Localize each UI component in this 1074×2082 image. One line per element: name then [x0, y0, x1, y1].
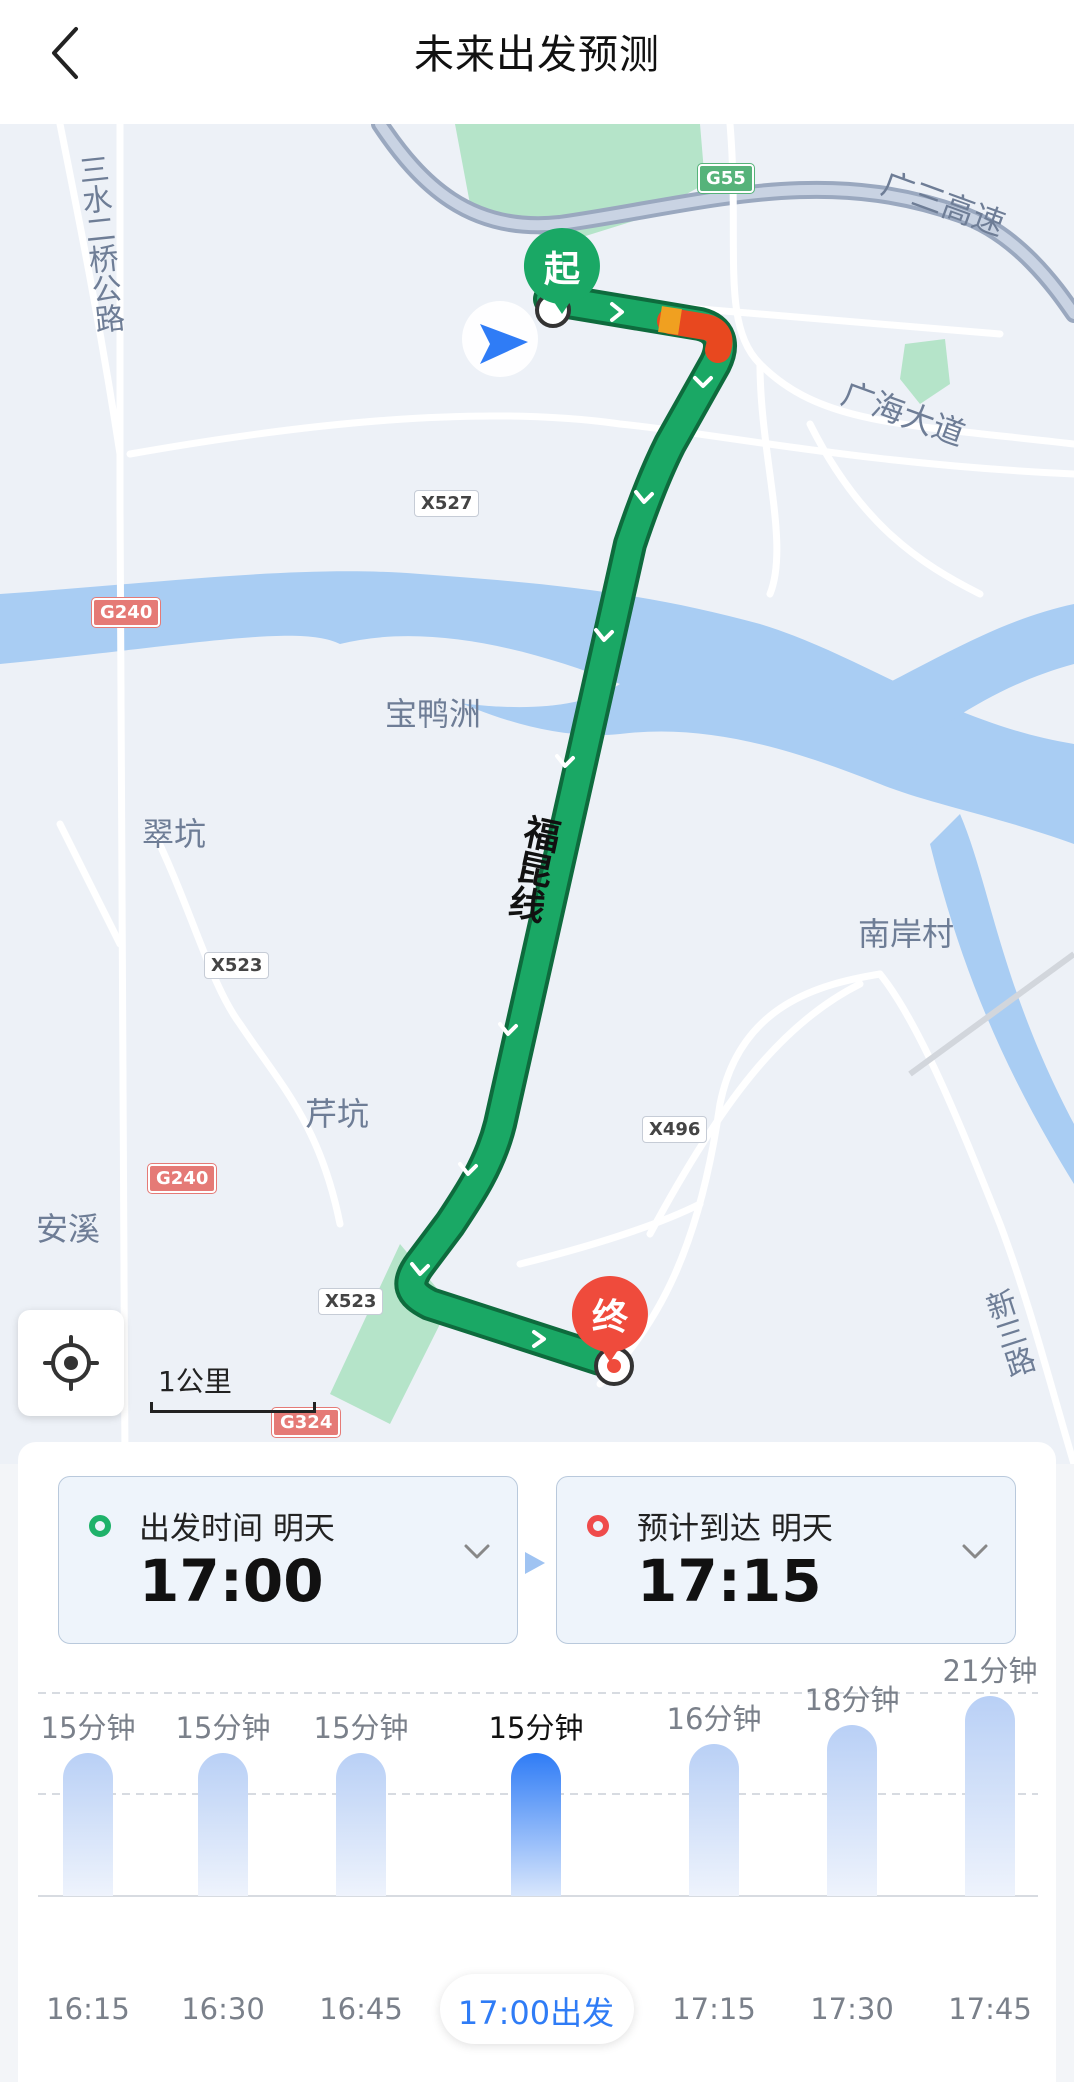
arrival-label: 预计到达 明天 — [637, 1511, 833, 1547]
road-badge-x523-b: X523 — [318, 1288, 384, 1315]
duration-bar[interactable] — [689, 1744, 739, 1896]
time-slot-4[interactable]: 17:15 — [644, 1992, 784, 2026]
duration-label: 15分钟 — [40, 1711, 136, 1745]
duration-label: 15分钟 — [175, 1711, 271, 1745]
end-marker[interactable]: 终 — [568, 1272, 652, 1364]
road-badge-x523-a: X523 — [204, 952, 270, 979]
duration-bar[interactable] — [63, 1753, 113, 1896]
map-label-anxi: 安溪 — [36, 1210, 101, 1248]
time-slot-5[interactable]: 17:30 — [782, 1992, 922, 2026]
crosshair-icon — [43, 1335, 99, 1391]
map-label-qiankeng: 芹坑 — [305, 1095, 370, 1133]
arrival-time: 17:15 — [637, 1547, 822, 1615]
end-marker-label: 终 — [591, 1297, 628, 1338]
page-title: 未来出发预测 — [414, 32, 660, 78]
start-marker[interactable]: 起 — [520, 224, 604, 316]
duration-label: 15分钟 — [313, 1711, 409, 1745]
duration-label: 16分钟 — [666, 1702, 762, 1736]
map-scale: 1公里 — [150, 1360, 316, 1413]
departure-label: 出发时间 明天 — [139, 1511, 335, 1547]
top-bar: 未来出发预测 — [0, 0, 1074, 124]
time-slot-2[interactable]: 16:45 — [291, 1992, 431, 2026]
arrow-right-icon — [525, 1552, 545, 1574]
map-label-baoya: 宝鸭洲 — [385, 695, 482, 733]
duration-bar[interactable] — [336, 1753, 386, 1896]
chevron-down-icon — [962, 1544, 988, 1559]
time-slot-6[interactable]: 17:45 — [920, 1992, 1060, 2026]
time-slot-1[interactable]: 16:30 — [153, 1992, 293, 2026]
locate-button[interactable] — [18, 1310, 124, 1416]
time-slot-0[interactable]: 16:15 — [18, 1992, 158, 2026]
duration-bar[interactable] — [965, 1696, 1015, 1896]
departure-time-picker[interactable]: 出发时间 明天 17:00 — [58, 1476, 518, 1644]
road-badge-g55: G55 — [698, 164, 754, 193]
scale-label: 1公里 — [158, 1365, 232, 1398]
map-label-cuikeng: 翠坑 — [142, 815, 207, 853]
arrival-time-picker[interactable]: 预计到达 明天 17:15 — [556, 1476, 1016, 1644]
route-map[interactable]: 起 终 三水二桥公路 广三高速 广海大道 宝鸭洲 翠坑 南岸村 芹坑 安溪 新三… — [0, 124, 1074, 1464]
scale-bar — [150, 1402, 316, 1413]
duration-bar[interactable] — [827, 1725, 877, 1896]
duration-label: 21分钟 — [942, 1654, 1038, 1688]
chevron-down-icon — [464, 1544, 490, 1559]
road-badge-g240-top: G240 — [92, 598, 161, 627]
road-badge-g240-bottom: G240 — [148, 1164, 217, 1193]
duration-label: 15分钟 — [488, 1711, 584, 1745]
duration-bar[interactable] — [198, 1753, 248, 1896]
duration-label: 18分钟 — [804, 1683, 900, 1717]
start-marker-label: 起 — [543, 249, 580, 290]
departure-dot-icon — [89, 1515, 111, 1537]
duration-bar[interactable] — [511, 1753, 561, 1896]
road-badge-x496: X496 — [642, 1116, 708, 1143]
arrival-dot-icon — [587, 1515, 609, 1537]
time-slot-3[interactable]: 17:00出发 — [436, 1988, 636, 2034]
duration-forecast-chart: 15分钟 16:15 15分钟 16:30 15分钟 16:45 15分钟 17:00出发 16… — [18, 1654, 1056, 2052]
map-label-nanan: 南岸村 — [858, 915, 955, 953]
map-canvas — [0, 124, 1074, 1464]
forecast-panel: 出发时间 明天 17:00 预计到达 明天 17:15 15分钟 16:15 1… — [18, 1442, 1056, 2082]
departure-time: 17:00 — [139, 1547, 324, 1615]
road-badge-x527: X527 — [414, 490, 480, 517]
